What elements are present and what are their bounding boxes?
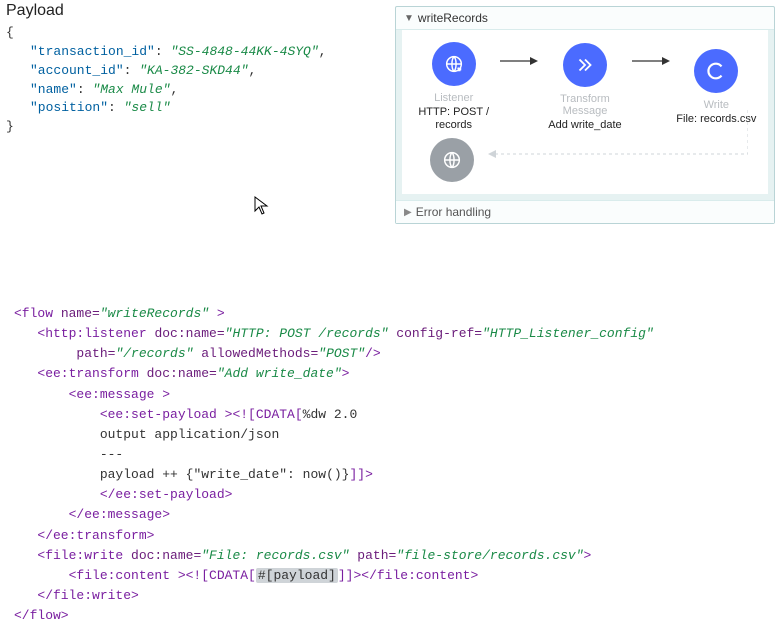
- xml-attr: path=: [76, 346, 115, 361]
- xml-tag: </flow>: [14, 608, 69, 623]
- xml-tag: <ee:message >: [69, 387, 170, 402]
- flow-arrow-1: [499, 55, 539, 67]
- flow-title-bar[interactable]: ▼ writeRecords: [396, 7, 774, 30]
- globe-icon: [430, 138, 474, 182]
- xml-value: "HTTP_Listener_config": [482, 326, 654, 341]
- xml-attr: path=: [349, 548, 396, 563]
- xml-cdata: ---: [100, 447, 123, 462]
- xml-expression-highlight: #[payload]: [256, 568, 338, 583]
- node-type-label: Write: [704, 99, 729, 111]
- xml-value: "File: records.csv": [201, 548, 349, 563]
- xml-attr: name=: [61, 306, 100, 321]
- xml-attr: doc:name=: [147, 366, 217, 381]
- json-value: "Max Mule": [92, 82, 170, 97]
- xml-tag: </file:write>: [37, 588, 138, 603]
- flow-node-listener[interactable]: Listener HTTP: POST /records: [408, 42, 499, 132]
- xml-attr: config-ref=: [388, 326, 482, 341]
- json-key: "transaction_id": [30, 44, 155, 59]
- json-line-account: "account_id": "KA-382-SKD44",: [6, 62, 386, 81]
- flow-node-transform[interactable]: Transform Message Add write_date: [539, 43, 630, 132]
- xml-tag: </ee:set-payload>: [100, 487, 233, 502]
- xml-tag: ]]>: [338, 568, 361, 583]
- node-detail-label: File: records.csv: [676, 113, 756, 126]
- json-key: "position": [30, 100, 108, 115]
- payload-json: { "transaction_id": "SS-4848-44KK-4SYQ",…: [6, 24, 386, 137]
- chevrons-icon: [563, 43, 607, 87]
- payload-title: Payload: [6, 2, 386, 20]
- xml-attr: doc:name=: [131, 548, 201, 563]
- xml-tag: <http:listener: [37, 326, 154, 341]
- error-handling-bar[interactable]: ▶ Error handling: [396, 200, 774, 223]
- expand-icon: ▶: [404, 207, 412, 218]
- xml-value: "file-store/records.csv": [396, 548, 583, 563]
- json-value: "SS-4848-44KK-4SYQ": [170, 44, 318, 59]
- xml-tag: />: [365, 346, 381, 361]
- xml-tag: <flow: [14, 306, 61, 321]
- node-type-label: Listener: [434, 92, 473, 104]
- brace-open: {: [6, 24, 386, 43]
- node-detail-label: HTTP: POST /records: [418, 106, 489, 132]
- node-type-label: Transform Message: [539, 93, 630, 117]
- globe-arrow-icon: [432, 42, 476, 86]
- xml-tag: <file:write: [37, 548, 131, 563]
- mouse-cursor-icon: [254, 196, 270, 221]
- xml-value: "POST": [318, 346, 365, 361]
- collapse-icon: ▼: [404, 13, 414, 24]
- flow-arrow-2: [631, 55, 671, 67]
- error-handling-label: Error handling: [416, 205, 491, 219]
- flow-canvas[interactable]: Listener HTTP: POST /records Transform M…: [396, 30, 774, 200]
- xml-attr: doc:name=: [154, 326, 224, 341]
- node-detail-label: Add write_date: [548, 119, 621, 132]
- json-key: "name": [30, 82, 77, 97]
- xml-source-block: <flow name="writeRecords" > <http:listen…: [14, 304, 769, 626]
- xml-cdata: payload ++ {"write_date": now()}: [100, 467, 350, 482]
- json-key: "account_id": [30, 63, 124, 78]
- xml-tag: <file:content ><![CDATA[: [69, 568, 256, 583]
- json-value: "sell": [124, 100, 171, 115]
- flow-panel: ▼ writeRecords Listener HTTP: POST /reco…: [395, 6, 775, 224]
- xml-tag: >: [209, 306, 225, 321]
- flow-node-write[interactable]: Write File: records.csv: [671, 49, 762, 126]
- xml-cdata: output application/json: [100, 427, 279, 442]
- json-line-position: "position": "sell": [6, 99, 386, 118]
- payload-block: Payload { "transaction_id": "SS-4848-44K…: [6, 0, 386, 137]
- xml-tag: </ee:transform>: [37, 528, 154, 543]
- flow-row: Listener HTTP: POST /records Transform M…: [402, 30, 768, 132]
- xml-value: "HTTP: POST /records": [225, 326, 389, 341]
- xml-tag: </ee:message>: [69, 507, 170, 522]
- c-ring-icon: [694, 49, 738, 93]
- xml-tag: >: [342, 366, 350, 381]
- brace-close: }: [6, 118, 386, 137]
- xml-tag: <ee:transform: [37, 366, 146, 381]
- xml-value: "/records": [115, 346, 193, 361]
- xml-value: "writeRecords": [100, 306, 209, 321]
- xml-cdata: %dw 2.0: [303, 407, 358, 422]
- json-value: "KA-382-SKD44": [139, 63, 248, 78]
- xml-value: "Add write_date": [217, 366, 342, 381]
- xml-tag: >: [584, 548, 592, 563]
- xml-tag: <ee:set-payload ><![CDATA[: [100, 407, 303, 422]
- xml-tag: </file:content>: [361, 568, 478, 583]
- flow-return-node[interactable]: [402, 138, 768, 182]
- flow-name-label: writeRecords: [418, 11, 488, 25]
- xml-attr: allowedMethods=: [193, 346, 318, 361]
- xml-tag: ]]>: [349, 467, 372, 482]
- json-line-transaction: "transaction_id": "SS-4848-44KK-4SYQ",: [6, 43, 386, 62]
- json-line-name: "name": "Max Mule",: [6, 81, 386, 100]
